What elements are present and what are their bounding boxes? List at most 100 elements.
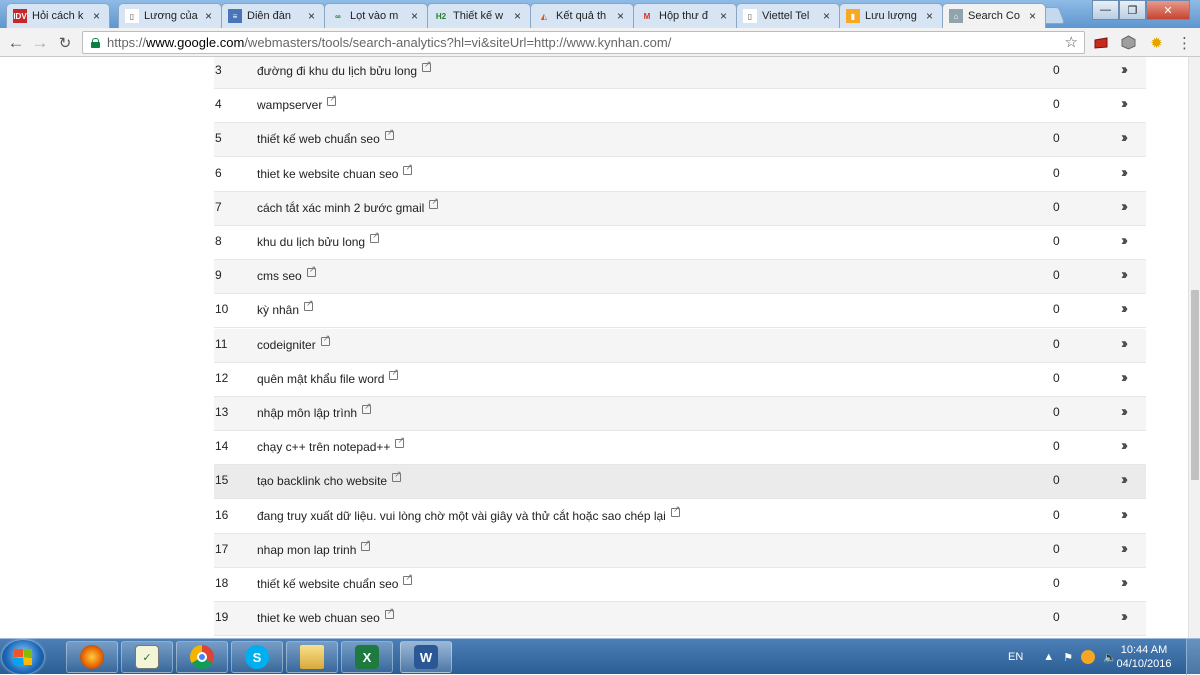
table-row[interactable]: 3 đường đi khu du lịch bửu long 0 ››	[214, 57, 1146, 89]
expand-chevron-icon[interactable]: ››	[1121, 471, 1128, 488]
table-row[interactable]: 19 thiet ke web chuan seo 0 ››	[214, 602, 1146, 636]
table-row[interactable]: 10 kỳ nhân 0 ››	[214, 294, 1146, 328]
table-row[interactable]: 11 codeigniter 0 ››	[214, 329, 1146, 363]
expand-chevron-icon[interactable]: ››	[1121, 300, 1128, 317]
tab-10[interactable]: ⌂ Search Co ×	[942, 3, 1046, 28]
show-desktop-button[interactable]	[1186, 639, 1200, 675]
taskbar-skype[interactable]: S	[231, 641, 283, 673]
action-center-flag-icon[interactable]: ⚑	[1063, 651, 1073, 664]
tab-8[interactable]: ▯ Viettel Tel ×	[736, 3, 840, 28]
taskbar-explorer[interactable]	[286, 641, 338, 673]
page-scrollbar[interactable]	[1188, 57, 1200, 638]
address-bar[interactable]: https://www.google.com/webmasters/tools/…	[82, 31, 1085, 54]
table-row[interactable]: 6 thiet ke website chuan seo 0 ››	[214, 158, 1146, 192]
taskbar-chrome[interactable]	[176, 641, 228, 673]
reload-icon[interactable]: ↻	[55, 33, 75, 53]
tab-close-icon[interactable]: ×	[926, 9, 936, 23]
extension-gear-icon[interactable]: ✹	[1148, 34, 1165, 52]
table-row[interactable]: 7 cách tắt xác minh 2 bước gmail 0 ››	[214, 192, 1146, 226]
table-row[interactable]: 17 nhap mon lap trinh 0 ››	[214, 534, 1146, 568]
forward-arrow-icon[interactable]: →	[30, 33, 50, 53]
maximize-button[interactable]: ❐	[1119, 0, 1146, 20]
tab-close-icon[interactable]: ×	[205, 9, 215, 23]
tab-close-icon[interactable]: ×	[93, 9, 103, 23]
expand-chevron-icon[interactable]: ››	[1121, 574, 1128, 591]
table-row[interactable]: 9 cms seo 0 ››	[214, 260, 1146, 294]
expand-chevron-icon[interactable]: ››	[1121, 608, 1128, 625]
tab-close-icon[interactable]: ×	[617, 9, 627, 23]
back-arrow-icon[interactable]: ←	[6, 33, 26, 53]
volume-icon[interactable]: 🔈	[1103, 651, 1117, 664]
external-link-icon[interactable]	[389, 367, 399, 380]
taskbar-clock[interactable]: 10:44 AM 04/10/2016	[1116, 643, 1172, 671]
taskbar-excel[interactable]: X	[341, 641, 393, 673]
table-row[interactable]: 14 chạy c++ trên notepad++ 0 ››	[214, 431, 1146, 465]
tab-2[interactable]: ▯ Lương của ×	[118, 3, 222, 28]
extension-cube-icon[interactable]	[1120, 34, 1137, 51]
external-link-icon[interactable]	[384, 127, 394, 140]
show-hidden-icons-icon[interactable]: ▲	[1043, 651, 1054, 663]
table-row[interactable]: 13 nhập môn lập trình 0 ››	[214, 397, 1146, 431]
external-link-icon[interactable]	[327, 93, 337, 106]
expand-chevron-icon[interactable]: ››	[1121, 61, 1128, 78]
external-link-icon[interactable]	[320, 333, 330, 346]
tab-1[interactable]: IDV Hỏi cách k ×	[6, 3, 110, 28]
table-row[interactable]: 8 khu du lịch bửu long 0 ››	[214, 226, 1146, 260]
chrome-menu-icon[interactable]: ⋮	[1176, 34, 1193, 52]
tab-3[interactable]: ≡ Diễn đàn ×	[221, 3, 325, 28]
expand-chevron-icon[interactable]: ››	[1121, 437, 1128, 454]
table-row[interactable]: 16 đang truy xuất dữ liệu. vui lòng chờ m…	[214, 500, 1146, 534]
bookmark-star-icon[interactable]: ☆	[1065, 33, 1078, 51]
tab-close-icon[interactable]: ×	[823, 9, 833, 23]
external-link-icon[interactable]	[304, 298, 314, 311]
taskbar-notepad-chart[interactable]: ✓	[121, 641, 173, 673]
table-row[interactable]: 18 thiết kế website chuẩn seo 0 ››	[214, 568, 1146, 602]
external-link-icon[interactable]	[429, 196, 439, 209]
expand-chevron-icon[interactable]: ››	[1121, 540, 1128, 557]
external-link-icon[interactable]	[670, 504, 680, 517]
external-link-icon[interactable]	[370, 230, 380, 243]
taskbar-firefox[interactable]	[66, 641, 118, 673]
external-link-icon[interactable]	[392, 469, 402, 482]
external-link-icon[interactable]	[422, 59, 432, 72]
table-row[interactable]: 15 tạo backlink cho website 0 ››	[214, 465, 1146, 499]
tab-4[interactable]: ∞ Lọt vào m ×	[324, 3, 428, 28]
external-link-icon[interactable]	[384, 606, 394, 619]
close-window-button[interactable]: ✕	[1146, 0, 1190, 20]
external-link-icon[interactable]	[306, 264, 316, 277]
external-link-icon[interactable]	[395, 435, 405, 448]
external-link-icon[interactable]	[403, 572, 413, 585]
tab-close-icon[interactable]: ×	[1029, 9, 1039, 23]
external-link-icon[interactable]	[361, 538, 371, 551]
tab-close-icon[interactable]: ×	[411, 9, 421, 23]
minimize-button[interactable]: —	[1092, 0, 1119, 20]
tab-close-icon[interactable]: ×	[308, 9, 318, 23]
expand-chevron-icon[interactable]: ››	[1121, 369, 1128, 386]
table-row[interactable]: 12 quên mật khẩu file word 0 ››	[214, 363, 1146, 397]
expand-chevron-icon[interactable]: ››	[1121, 335, 1128, 352]
start-button[interactable]	[2, 640, 44, 674]
expand-chevron-icon[interactable]: ››	[1121, 164, 1128, 181]
tab-close-icon[interactable]: ×	[514, 9, 524, 23]
expand-chevron-icon[interactable]: ››	[1121, 232, 1128, 249]
expand-chevron-icon[interactable]: ››	[1121, 266, 1128, 283]
expand-chevron-icon[interactable]: ››	[1121, 95, 1128, 112]
tray-app-icon[interactable]	[1081, 650, 1096, 664]
scrollbar-thumb[interactable]	[1191, 290, 1199, 480]
external-link-icon[interactable]	[362, 401, 372, 414]
taskbar-word[interactable]: W	[400, 641, 452, 673]
extension-red-icon[interactable]	[1092, 34, 1109, 51]
expand-chevron-icon[interactable]: ››	[1121, 129, 1128, 146]
language-indicator[interactable]: EN	[1008, 651, 1023, 663]
tab-7[interactable]: M Hộp thư đ ×	[633, 3, 737, 28]
expand-chevron-icon[interactable]: ››	[1121, 506, 1128, 523]
tab-5[interactable]: H2 Thiết kế w ×	[427, 3, 531, 28]
tab-9[interactable]: ▮ Lưu lượng ×	[839, 3, 943, 28]
table-row[interactable]: 4 wampserver 0 ››	[214, 89, 1146, 123]
expand-chevron-icon[interactable]: ››	[1121, 198, 1128, 215]
tab-close-icon[interactable]: ×	[720, 9, 730, 23]
external-link-icon[interactable]	[403, 162, 413, 175]
table-row[interactable]: 5 thiết kế web chuẩn seo 0 ››	[214, 123, 1146, 157]
tab-6[interactable]: ◭ Kết quả th ×	[530, 3, 634, 28]
expand-chevron-icon[interactable]: ››	[1121, 403, 1128, 420]
